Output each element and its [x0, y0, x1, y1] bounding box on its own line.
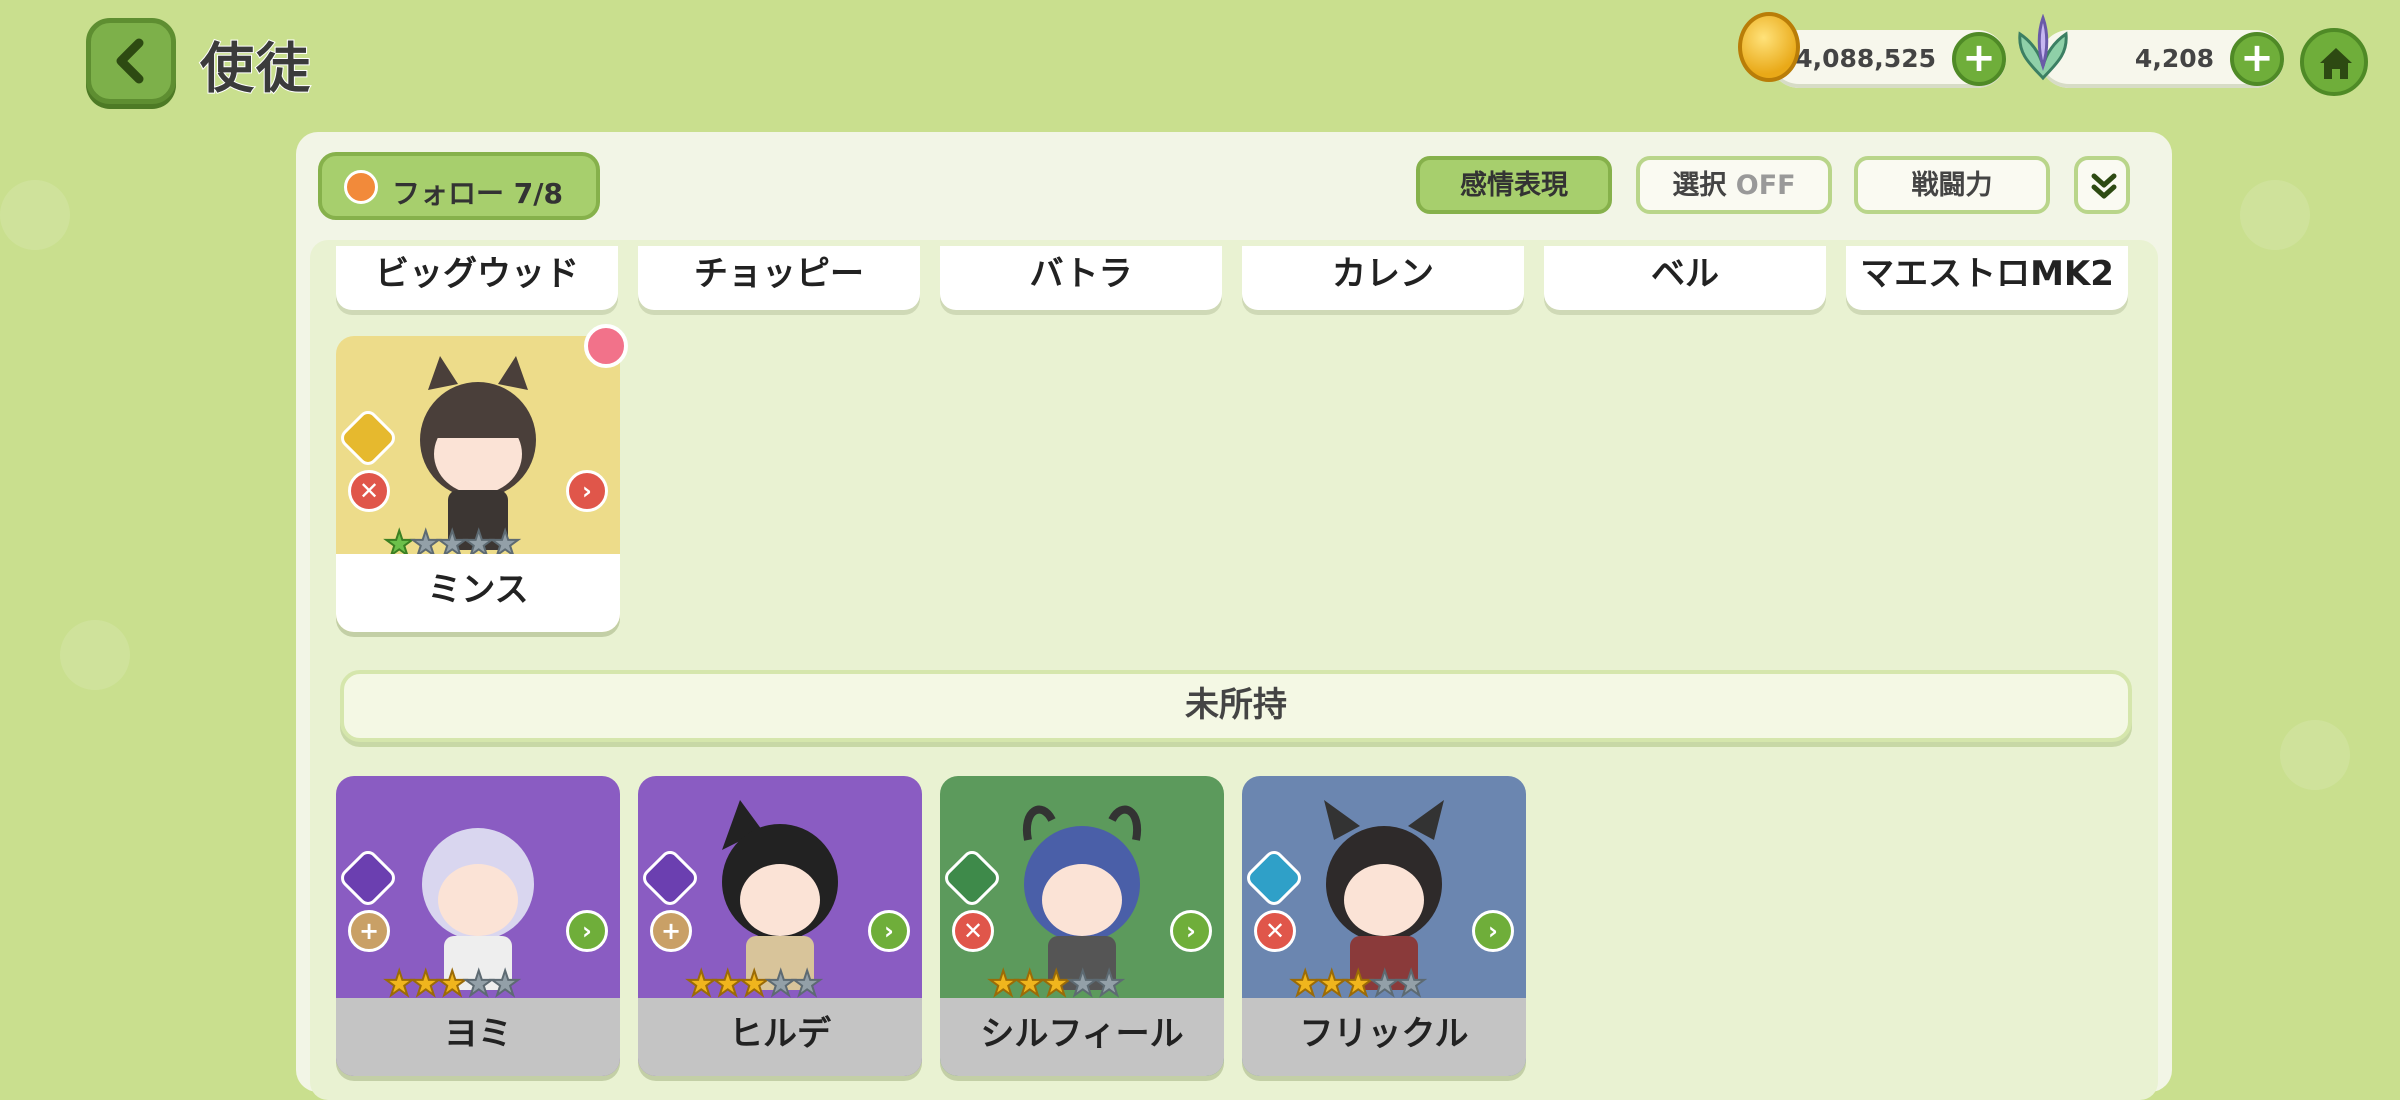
card-name-tab[interactable]: マエストロMK2: [1846, 246, 2128, 310]
apostle-name: ヒルデ: [638, 998, 922, 1076]
character-portrait: [420, 356, 536, 550]
bg-decoration: [2240, 180, 2310, 250]
page-title: 使徒: [199, 36, 312, 101]
apostle-card-yomi[interactable]: + › ★★★★★ ヨミ: [336, 776, 620, 1076]
bg-decoration: [2280, 720, 2350, 790]
emotion-button[interactable]: 感情表現: [1416, 156, 1612, 214]
crystal-leaf-icon: [2018, 14, 2068, 81]
snowflake-element-icon: [1242, 846, 1306, 910]
spiral-element-icon: [336, 846, 400, 910]
card-name-tab[interactable]: バトラ: [940, 246, 1222, 310]
attack-role-icon: ✕: [952, 910, 994, 952]
star-rating: ★★★★★: [987, 964, 1125, 1004]
attack-role-icon: ✕: [348, 470, 390, 512]
star-rating: ★★★★★: [685, 964, 823, 1004]
crystal-amount: 4,208: [2134, 44, 2214, 73]
chevron-right-icon: ›: [566, 470, 608, 512]
home-button[interactable]: [2300, 28, 2368, 96]
bg-decoration: [0, 180, 70, 250]
chevron-right-icon: ›: [566, 910, 608, 952]
section-header-unowned: 未所持: [340, 670, 2132, 742]
support-role-icon: +: [650, 910, 692, 952]
select-toggle[interactable]: 選択 OFF: [1636, 156, 1832, 214]
add-gold-button[interactable]: +: [1952, 32, 2006, 86]
expand-filter-button[interactable]: [2074, 156, 2130, 214]
apostle-card-mince[interactable]: ✕ › ★★★★★ ミンス: [336, 336, 620, 632]
heart-icon: [344, 170, 378, 204]
card-name-tab[interactable]: カレン: [1242, 246, 1524, 310]
chevron-right-icon: ›: [1472, 910, 1514, 952]
card-name-tab[interactable]: ビッグウッド: [336, 246, 618, 310]
character-portrait: [722, 800, 838, 990]
apostle-card-sylphiel[interactable]: ✕ › ★★★★★ シルフィール: [940, 776, 1224, 1076]
sort-power-button[interactable]: 戦闘力: [1854, 156, 2050, 214]
apostle-card-hilde[interactable]: + › ★★★★★ ヒルデ: [638, 776, 922, 1076]
flower-element-icon: [940, 846, 1004, 910]
bg-decoration: [60, 620, 130, 690]
star-rating: ★★★★★: [1289, 964, 1427, 1004]
character-portrait: [1324, 800, 1444, 990]
support-role-icon: +: [348, 910, 390, 952]
chevron-right-icon: ›: [1170, 910, 1212, 952]
star-rating: ★★★★★: [383, 964, 521, 1004]
gold-coin-icon: [1738, 12, 1800, 82]
double-chevron-down-icon: [2091, 173, 2117, 199]
gold-counter: 4,088,525 +: [1770, 30, 2006, 88]
apostle-name: フリックル: [1242, 998, 1526, 1076]
back-button[interactable]: [86, 18, 176, 104]
apostle-card-frikkle[interactable]: ✕ › ★★★★★ フリックル: [1242, 776, 1526, 1076]
sun-element-icon: [336, 406, 400, 470]
character-portrait: [422, 828, 534, 990]
gold-amount: 4,088,525: [1795, 44, 1936, 73]
character-portrait: [1022, 805, 1142, 990]
card-name-tab[interactable]: チョッピー: [638, 246, 920, 310]
apostle-name: シルフィール: [940, 998, 1224, 1076]
chevron-left-icon: [116, 38, 144, 84]
apostle-name: ヨミ: [336, 998, 620, 1076]
flower-icon: [584, 324, 628, 368]
follow-button[interactable]: フォロー 7/8: [318, 152, 600, 220]
crystal-counter: 4,208 +: [2040, 30, 2284, 88]
home-icon: [2320, 48, 2352, 79]
chevron-right-icon: ›: [868, 910, 910, 952]
apostle-name: ミンス: [336, 554, 620, 632]
spiral-element-icon: [638, 846, 702, 910]
card-name-tab[interactable]: ベル: [1544, 246, 1826, 310]
attack-role-icon: ✕: [1254, 910, 1296, 952]
add-crystal-button[interactable]: +: [2230, 32, 2284, 86]
follow-label: フォロー 7/8: [392, 177, 563, 210]
